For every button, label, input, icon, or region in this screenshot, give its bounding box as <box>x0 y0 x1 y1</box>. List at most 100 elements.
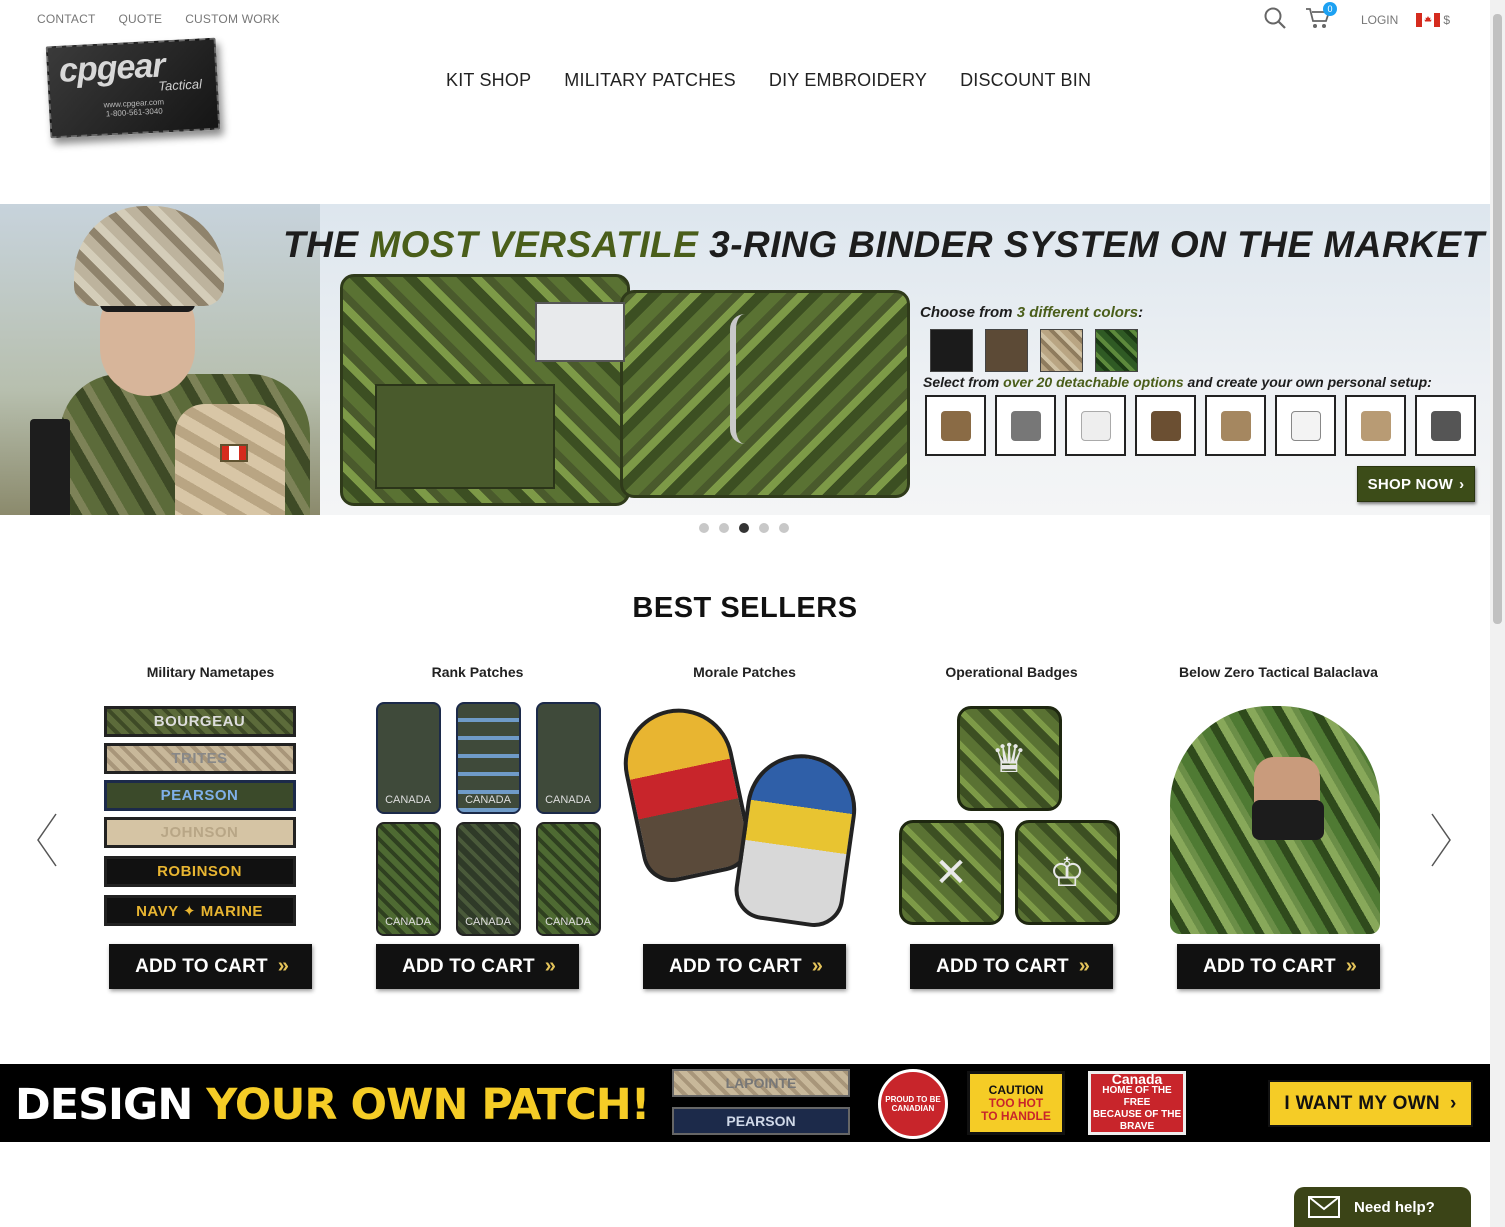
product-card[interactable]: Operational Badges ♛ ✕ ♔ ADD TO CART » <box>878 664 1145 989</box>
slider-dots <box>699 523 789 533</box>
nametape: JOHNSON <box>103 817 296 848</box>
currency-symbol: $ <box>1443 12 1450 27</box>
scrollbar-thumb[interactable] <box>1493 14 1502 624</box>
slider-dot-4[interactable] <box>759 523 769 533</box>
utility-actions: 0 LOGIN $ <box>1263 2 1450 33</box>
option-pen-holder <box>925 395 986 456</box>
page-scrollbar[interactable] <box>1490 0 1505 1227</box>
contact-link[interactable]: CONTACT <box>37 12 96 26</box>
color-swatches <box>930 329 1138 372</box>
nametape: ROBINSON <box>103 856 296 887</box>
design-patch-banner[interactable]: DESIGN YOUR OWN PATCH! LAPOINTE PEARSON … <box>0 1064 1490 1142</box>
rank-label: CANADA <box>545 916 591 928</box>
add-to-cart-button[interactable]: ADD TO CART » <box>109 944 312 989</box>
need-help-widget[interactable]: Need help? <box>1294 1187 1471 1227</box>
morale-patches-image[interactable] <box>613 698 863 936</box>
rank-label: CANADA <box>385 916 431 928</box>
color-choice-text: Choose from 3 different colors: <box>920 304 1143 321</box>
hero-title: THE MOST VERSATILE 3-RING BINDER SYSTEM … <box>283 224 1485 266</box>
nav-kit-shop[interactable]: KIT SHOP <box>446 70 531 91</box>
chevron-right-icon: › <box>1459 475 1465 493</box>
canada-home-patch: Canada HOME OF THE FREE BECAUSE OF THE B… <box>1088 1071 1186 1135</box>
quote-link[interactable]: QUOTE <box>119 12 163 26</box>
add-to-cart-button[interactable]: ADD TO CART » <box>1177 944 1380 989</box>
nametape: NAVY ✦ MARINE <box>103 895 296 926</box>
slider-dot-1[interactable] <box>699 523 709 533</box>
login-link[interactable]: LOGIN <box>1361 13 1398 27</box>
cpgear-logo[interactable]: cpgear Tactical www.cpgear.com 1-800-561… <box>45 37 221 139</box>
add-to-cart-button[interactable]: ADD TO CART » <box>376 944 579 989</box>
operational-badges-image[interactable]: ♛ ✕ ♔ <box>897 702 1127 936</box>
rank-label: CANADA <box>465 794 511 806</box>
nametape: TRITES <box>103 743 296 774</box>
nametape: BOURGEAU <box>103 706 296 737</box>
hero-banner[interactable]: THE MOST VERSATILE 3-RING BINDER SYSTEM … <box>0 204 1490 515</box>
add-to-cart-label: ADD TO CART <box>1203 955 1336 977</box>
hero-title-highlight: MOST VERSATILE <box>369 224 699 265</box>
add-to-cart-button[interactable]: ADD TO CART » <box>643 944 846 989</box>
swatch-green-camo <box>1095 329 1138 372</box>
add-to-cart-label: ADD TO CART <box>669 955 802 977</box>
balaclava-image[interactable] <box>1164 702 1394 936</box>
carousel-prev-arrow[interactable] <box>36 812 58 868</box>
product-name[interactable]: Operational Badges <box>945 664 1077 684</box>
nav-diy-embroidery[interactable]: DIY EMBROIDERY <box>769 70 927 91</box>
main-nav: KIT SHOP MILITARY PATCHES DIY EMBROIDERY… <box>446 70 1091 91</box>
nav-discount-bin[interactable]: DISCOUNT BIN <box>960 70 1091 91</box>
add-to-cart-label: ADD TO CART <box>936 955 1069 977</box>
double-chevron-icon: » <box>544 955 556 977</box>
cart-icon[interactable]: 0 <box>1305 2 1337 33</box>
slider-dot-5[interactable] <box>779 523 789 533</box>
option-tool-case <box>995 395 1056 456</box>
nav-military-patches[interactable]: MILITARY PATCHES <box>564 70 736 91</box>
crown-badge-icon: ♔ <box>1014 820 1120 925</box>
i-want-my-own-button[interactable]: I WANT MY OWN › <box>1268 1080 1473 1127</box>
rank-patches-image[interactable]: CANADA CANADA CANADA CANADA CANADA CANAD… <box>363 702 601 936</box>
custom-work-link[interactable]: CUSTOM WORK <box>185 12 280 26</box>
canada-line-1: Canada <box>1111 1071 1163 1087</box>
add-to-cart-button[interactable]: ADD TO CART » <box>910 944 1113 989</box>
option-corners <box>1415 395 1476 456</box>
select-post: and create your own personal setup: <box>1183 374 1432 390</box>
caution-line-3: TO HANDLE <box>981 1108 1051 1123</box>
crossed-swords-badge-icon: ✕ <box>898 820 1004 925</box>
double-chevron-icon: » <box>1078 955 1090 977</box>
option-pouch <box>1205 395 1266 456</box>
canada-line-2: HOME OF THE FREE <box>1102 1085 1172 1108</box>
design-patch-title: DESIGN YOUR OWN PATCH! <box>15 1080 650 1130</box>
slider-dot-2[interactable] <box>719 523 729 533</box>
caution-line-1: CAUTION <box>988 1082 1044 1097</box>
product-card[interactable]: Below Zero Tactical Balaclava ADD TO CAR… <box>1145 664 1412 989</box>
utility-bar: CONTACT QUOTE CUSTOM WORK 0 LOGIN $ <box>0 0 1490 38</box>
caution-line-2: TOO HOT <box>988 1095 1044 1110</box>
design-patch-title-yellow: YOUR OWN PATCH! <box>206 1080 650 1130</box>
choose-pre: Choose from <box>920 304 1017 321</box>
slider-dot-3[interactable] <box>739 523 749 533</box>
canada-line-3: BECAUSE OF THE BRAVE <box>1092 1109 1182 1132</box>
product-name[interactable]: Military Nametapes <box>147 664 275 684</box>
canada-flag-patch <box>220 444 248 462</box>
swatch-brown <box>985 329 1028 372</box>
rank-label: CANADA <box>385 794 431 806</box>
currency-selector[interactable]: $ <box>1416 12 1450 27</box>
double-chevron-icon: » <box>811 955 823 977</box>
sample-nametape-pearson: PEARSON <box>672 1107 850 1135</box>
binder-options <box>925 395 1476 456</box>
product-name[interactable]: Morale Patches <box>693 664 796 684</box>
search-icon[interactable] <box>1263 6 1287 33</box>
carousel-next-arrow[interactable] <box>1430 812 1452 868</box>
product-card[interactable]: Morale Patches ADD TO CART » <box>611 664 878 989</box>
chevron-right-icon: › <box>1449 1092 1457 1114</box>
shop-now-button[interactable]: SHOP NOW › <box>1357 466 1475 502</box>
shop-now-label: SHOP NOW <box>1367 475 1454 493</box>
best-sellers-list: Military Nametapes BOURGEAU TRITES PEARS… <box>77 664 1412 989</box>
wings-badge-icon: ♛ <box>956 706 1062 811</box>
product-name[interactable]: Rank Patches <box>432 664 524 684</box>
nametapes-image[interactable]: BOURGEAU TRITES PEARSON JOHNSON ROBINSON… <box>96 702 326 936</box>
product-card[interactable]: Military Nametapes BOURGEAU TRITES PEARS… <box>77 664 344 989</box>
choose-post: : <box>1138 304 1144 321</box>
product-name[interactable]: Below Zero Tactical Balaclava <box>1179 664 1378 684</box>
product-card[interactable]: Rank Patches CANADA CANADA CANADA CANADA… <box>344 664 611 989</box>
options-text: Select from over 20 detachable options a… <box>923 374 1432 390</box>
double-chevron-icon: » <box>1345 955 1357 977</box>
